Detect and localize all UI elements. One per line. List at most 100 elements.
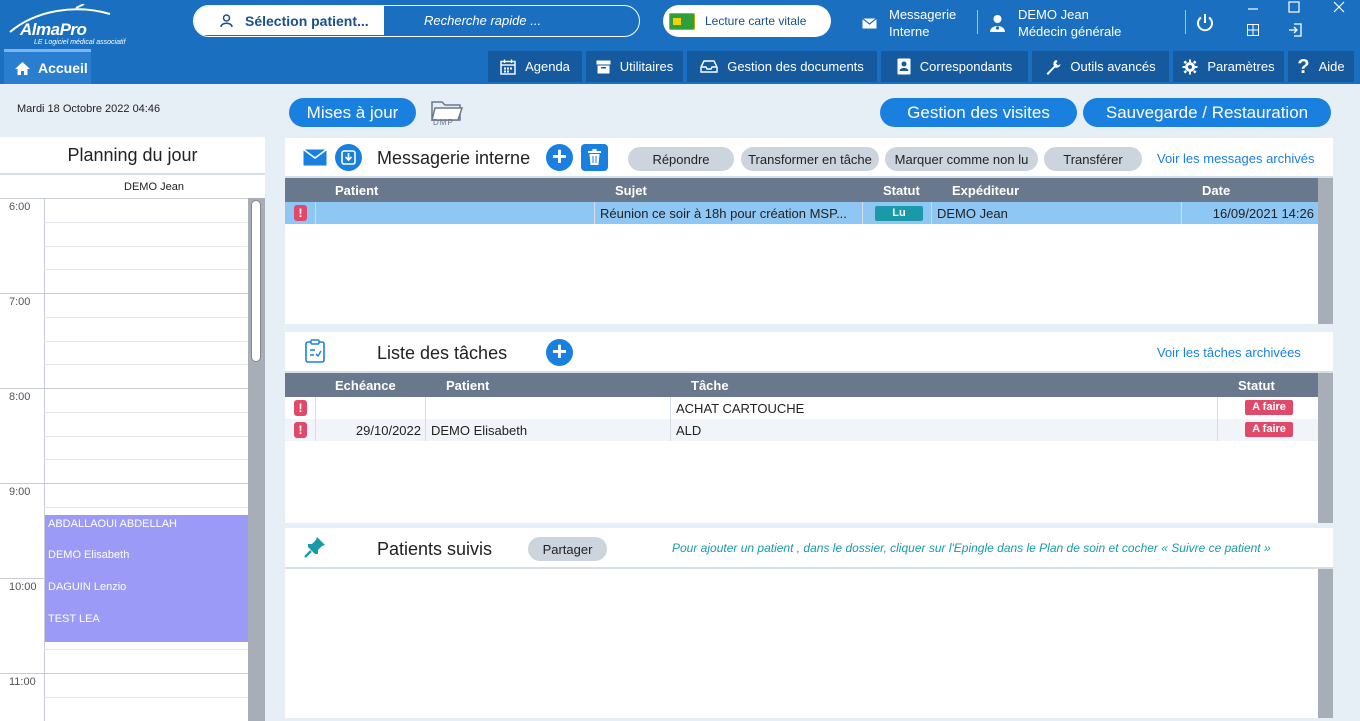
planning-grid[interactable]: 6:00 7:00 8:00 9:00 10:00 11:00 ABDALLAO… [0, 198, 265, 721]
table-row[interactable]: ! 29/10/2022 DEMO Elisabeth ALD A faire [285, 419, 1318, 441]
convert-to-task-button[interactable]: Transformer en tâche [741, 147, 879, 171]
trash-icon [588, 149, 601, 165]
patient-select-button[interactable]: Sélection patient... [194, 6, 384, 35]
internal-messaging-button[interactable]: Messagerie Interne [862, 6, 956, 40]
patient-search-bar: Sélection patient... [193, 5, 640, 37]
hour-label: 6:00 [9, 201, 31, 213]
planning-scrollbar[interactable] [248, 198, 265, 721]
daily-planning-panel: Planning du jour DEMO Jean 6:00 7:00 8:0… [0, 137, 265, 721]
cell-separator [315, 397, 316, 419]
col-status[interactable]: Statut [883, 183, 920, 198]
col-patient[interactable]: Patient [446, 378, 489, 393]
power-icon [1197, 14, 1213, 32]
user-profile[interactable]: DEMO Jean Médecin générale [989, 6, 1121, 40]
planning-scrollbar-thumb[interactable] [251, 200, 261, 362]
menu-correspondants[interactable]: Correspondants [881, 51, 1028, 82]
wrench-icon [1046, 59, 1061, 75]
col-sender[interactable]: Expéditeur [952, 183, 1019, 198]
menu-agenda[interactable]: Agenda [488, 51, 582, 82]
col-subject[interactable]: Sujet [615, 183, 647, 198]
updates-button[interactable]: Mises à jour [289, 98, 416, 127]
pin-icon [304, 537, 325, 558]
tab-home[interactable]: Accueil [4, 49, 91, 84]
table-row[interactable]: ! ACHAT CARTOUCHE A faire [285, 397, 1318, 419]
slot-line [44, 459, 248, 460]
status-badge: A faire [1245, 422, 1293, 437]
visits-management-button[interactable]: Gestion des visites [880, 98, 1077, 127]
archived-tasks-link[interactable]: Voir les tâches archivées [1157, 345, 1301, 360]
cell-separator [594, 202, 595, 224]
reply-button[interactable]: Répondre [628, 147, 734, 171]
user-name: DEMO Jean [1018, 7, 1089, 22]
hour-label: 7:00 [9, 296, 31, 308]
download-icon [341, 150, 356, 165]
messaging-panel-header: Messagerie interne + Répondre Transforme… [285, 138, 1333, 178]
task-label: ACHAT CARTOUCHE [676, 401, 805, 416]
messaging-label-1: Messagerie [889, 7, 957, 22]
slot-line [44, 246, 248, 247]
dmp-button[interactable]: DMP [430, 98, 464, 130]
vitale-card-button[interactable]: Lecture carte vitale [663, 5, 831, 37]
cell-separator [315, 419, 316, 441]
logout-button[interactable] [1288, 23, 1302, 39]
maximize-button[interactable] [1288, 1, 1300, 15]
minimize-button[interactable] [1247, 1, 1259, 15]
logout-icon [1289, 23, 1302, 37]
appointment-item[interactable]: DEMO Elisabeth [48, 549, 129, 561]
menu-aide[interactable]: ? Aide [1288, 51, 1354, 82]
close-button[interactable] [1333, 1, 1345, 15]
add-task-button[interactable]: + [546, 338, 573, 366]
menu-parametres[interactable]: Paramètres [1173, 51, 1284, 82]
slot-line [44, 436, 248, 437]
maximize-icon [1288, 1, 1300, 13]
slot-line [44, 649, 248, 650]
divider [1185, 10, 1186, 34]
menu-utilitaires[interactable]: Utilitaires [586, 51, 683, 82]
tab-home-label: Accueil [38, 60, 88, 76]
power-button[interactable] [1195, 13, 1215, 35]
forward-button[interactable]: Transférer [1044, 147, 1142, 171]
quick-search-input[interactable] [384, 6, 639, 35]
appointment-item[interactable]: TEST LEA [48, 613, 100, 625]
delete-message-button[interactable] [581, 144, 608, 171]
vitale-card-icon [669, 12, 695, 30]
followed-patients-scrollbar[interactable] [1318, 569, 1333, 718]
archived-messages-link[interactable]: Voir les messages archivés [1157, 151, 1315, 166]
vitale-card-label: Lecture carte vitale [705, 14, 807, 28]
doctor-icon [990, 15, 1005, 32]
patient-select-label: Sélection patient... [245, 12, 369, 29]
col-due-date[interactable]: Echéance [335, 378, 396, 393]
menu-utilitaires-label: Utilitaires [619, 59, 674, 74]
appointment-item[interactable]: ABDALLAOUI ABDELLAH [48, 518, 177, 530]
backup-restore-button[interactable]: Sauvegarde / Restauration [1083, 98, 1331, 127]
slot-line [44, 697, 248, 698]
download-message-button[interactable] [335, 144, 362, 171]
hour-label: 8:00 [9, 391, 31, 403]
tasks-scrollbar[interactable] [1318, 373, 1333, 523]
slot-line [44, 507, 248, 508]
appointments-block[interactable]: ABDALLAOUI ABDELLAH DEMO Elisabeth DAGUI… [45, 515, 248, 642]
cell-separator [425, 419, 426, 441]
slot-line [44, 364, 248, 365]
col-patient[interactable]: Patient [335, 183, 378, 198]
add-message-button[interactable]: + [546, 143, 573, 171]
messaging-label-2: Interne [889, 24, 930, 39]
menu-outils-avances[interactable]: Outils avancés [1032, 51, 1169, 82]
top-bar: AlmaPro LE Logiciel médical associatif S… [0, 0, 1360, 84]
col-date[interactable]: Date [1202, 183, 1230, 198]
table-row[interactable]: ! Réunion ce soir à 18h pour création MS… [285, 202, 1318, 224]
col-task[interactable]: Tâche [691, 378, 729, 393]
grid-view-button[interactable] [1247, 24, 1259, 38]
menu-gestion-documents[interactable]: Gestion des documents [687, 51, 877, 82]
messages-scrollbar[interactable] [1318, 178, 1333, 324]
col-status[interactable]: Statut [1238, 378, 1275, 393]
messaging-title: Messagerie interne [377, 148, 531, 168]
hour-line [0, 293, 248, 294]
tray-icon [596, 60, 611, 73]
appointment-item[interactable]: DAGUIN Lenzio [48, 581, 126, 593]
cell-separator [670, 397, 671, 419]
share-button[interactable]: Partager [528, 537, 607, 561]
divider [977, 10, 978, 34]
envelope-icon [303, 149, 327, 166]
mark-unread-button[interactable]: Marquer comme non lu [885, 147, 1038, 171]
